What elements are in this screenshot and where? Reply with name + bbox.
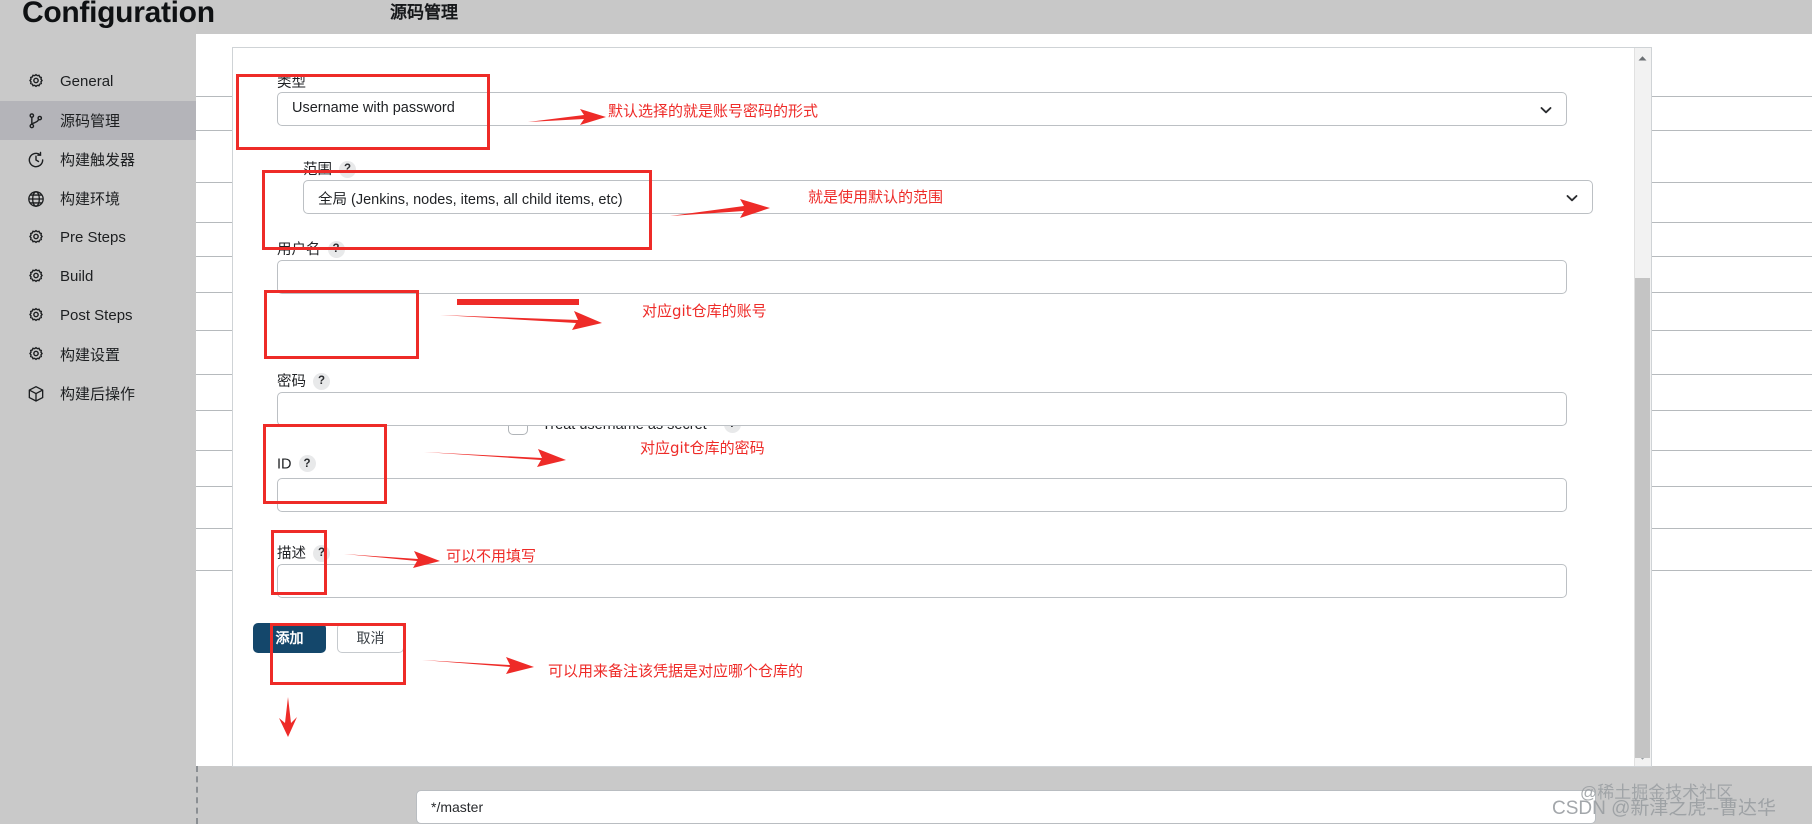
sidebar-item-build-triggers[interactable]: 构建触发器 [0,140,196,179]
sidebar-nav-list: General 源码管理 构建触发器 构建环境 Pre Steps Build … [0,62,196,413]
sidebar-item-label: 源码管理 [60,113,121,130]
password-label: 密码 [277,374,306,390]
gear-icon [26,228,46,248]
help-icon[interactable]: ? [313,372,330,390]
help-icon[interactable]: ? [327,240,345,258]
annotation-text-password: 对应git仓库的密码 [640,439,765,457]
background-dashed-divider [196,766,198,824]
annotation-underline-username [457,299,579,305]
section-header: 源码管理 [390,3,458,22]
username-label: 用户名 [277,242,321,258]
dialog-scrollbar-track[interactable] [1634,48,1651,766]
password-input[interactable] [277,392,1567,426]
git-branch-icon [26,111,46,131]
kind-select[interactable]: Username with password [277,92,1567,126]
sidebar-item-source-code-management[interactable]: 源码管理 [0,101,196,140]
annotation-arrow-username [440,306,602,330]
sidebar-item-label: 构建触发器 [60,152,136,169]
clock-icon [26,150,46,170]
kind-label: 类型 [277,75,306,91]
annotation-text-scope: 就是使用默认的范围 [808,188,944,206]
gear-icon [26,72,46,92]
username-label-wrap: 用户名? [277,238,345,259]
sidebar-item-pre-steps[interactable]: Pre Steps [0,218,196,257]
sidebar-item-post-steps[interactable]: Post Steps [0,296,196,335]
scope-label-wrap: 范围? [303,158,356,179]
username-input[interactable] [277,260,1567,294]
sidebar-item-build-settings[interactable]: 构建设置 [0,335,196,374]
id-label-wrap: ID? [277,455,316,473]
help-icon[interactable]: ? [313,544,330,562]
scope-select[interactable]: 全局 (Jenkins, nodes, items, all child ite… [303,180,1593,214]
scroll-up-arrow-icon[interactable] [1636,52,1649,65]
scope-value: 全局 (Jenkins, nodes, items, all child ite… [318,192,623,208]
add-button[interactable]: 添加 [253,623,326,653]
sidebar: Configuration General 源码管理 构建触发器 构建环境 Pr… [0,0,215,824]
sidebar-item-post-build-actions[interactable]: 构建后操作 [0,374,196,413]
annotation-text-id: 可以不用填写 [446,547,537,565]
cancel-button[interactable]: 取消 [337,623,404,653]
annotation-arrow-id [344,547,440,569]
screen-root: 源码管理 */master Configuration General 源码管理… [0,0,1812,824]
description-label: 描述 [277,546,306,562]
gear-icon [26,345,46,365]
kind-value: Username with password [292,100,455,116]
sidebar-item-general[interactable]: General [0,62,196,101]
scope-label: 范围 [303,162,332,178]
chevron-down-icon [1564,190,1580,206]
sidebar-item-build[interactable]: Build [0,257,196,296]
help-icon[interactable]: ? [339,160,356,178]
sidebar-item-label: Build [60,268,94,285]
branch-specifier-value: */master [431,799,484,815]
annotation-arrow-kind [528,106,606,130]
id-label: ID [277,456,292,473]
branch-specifier-field[interactable]: */master [416,790,1596,824]
sidebar-item-build-environment[interactable]: 构建环境 [0,179,196,218]
dialog-scrollbar-thumb[interactable] [1635,278,1650,758]
gear-icon [26,267,46,287]
sidebar-item-label: General [60,73,114,90]
package-icon [26,384,46,404]
sidebar-item-label: 构建设置 [60,347,121,364]
annotation-arrow-add-button [276,697,298,737]
description-input[interactable] [277,564,1567,598]
annotation-text-username: 对应git仓库的账号 [642,302,767,320]
chevron-down-icon [1538,102,1554,118]
annotation-text-description: 可以用来备注该凭据是对应哪个仓库的 [548,662,804,680]
description-label-wrap: 描述? [277,542,330,563]
sidebar-item-label: Post Steps [60,307,133,324]
id-input[interactable] [277,478,1567,512]
sidebar-item-label: 构建环境 [60,191,121,208]
page-title: Configuration [22,0,215,29]
annotation-arrow-scope [670,196,770,222]
password-label-wrap: 密码? [277,370,330,391]
annotation-arrow-description [422,653,534,675]
annotation-arrow-password [424,444,566,468]
annotation-text-kind: 默认选择的就是账号密码的形式 [608,102,819,120]
sidebar-item-label: Pre Steps [60,229,126,246]
sidebar-item-label: 构建后操作 [60,386,136,403]
gear-icon [26,306,46,326]
globe-icon [26,189,46,209]
help-icon[interactable]: ? [298,455,316,472]
